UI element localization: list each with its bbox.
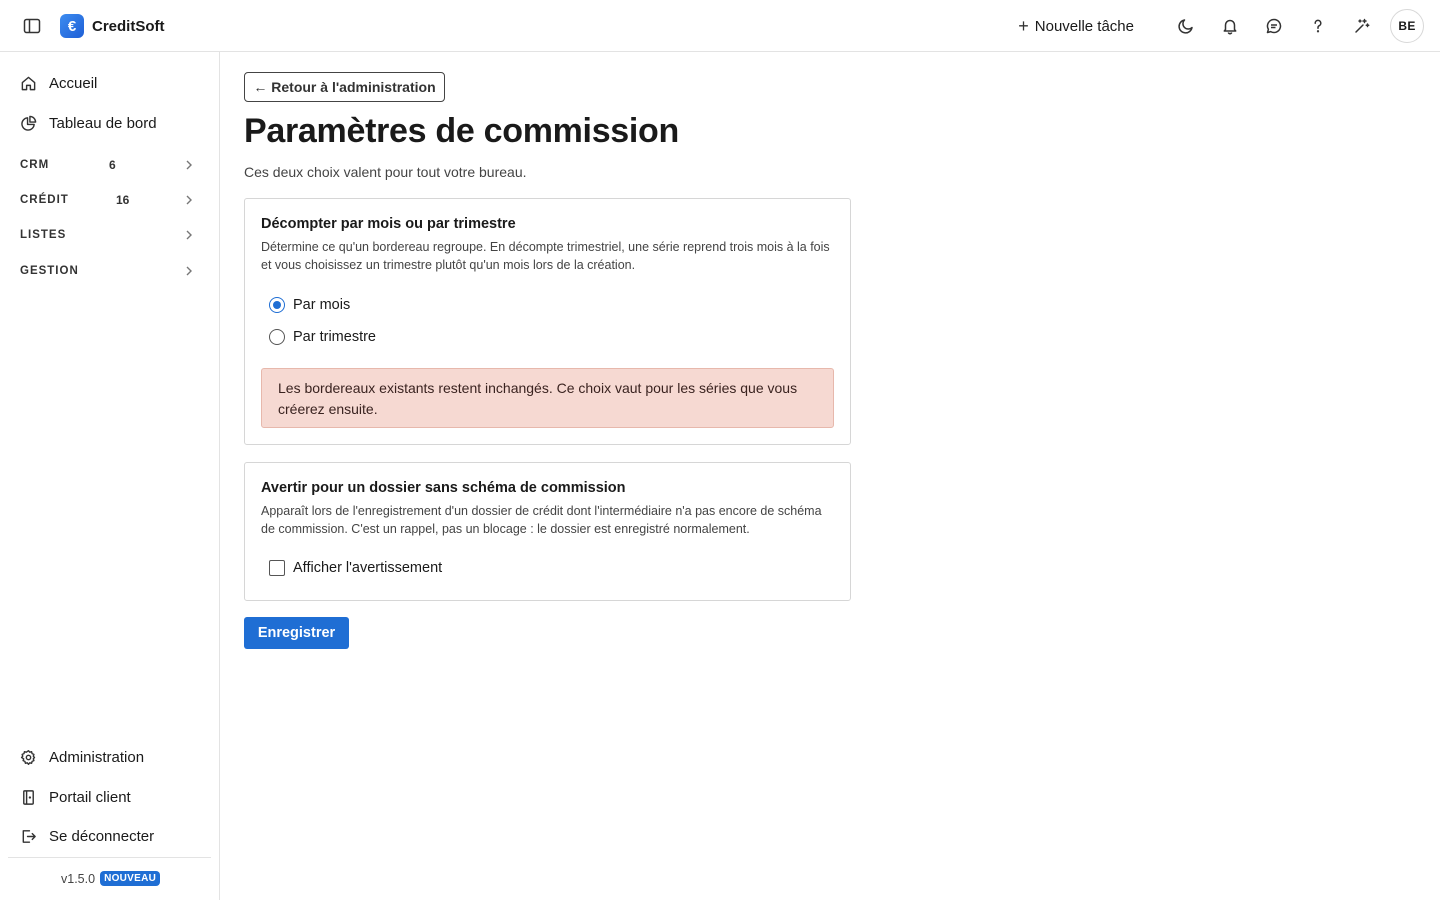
sidebar-item-administration[interactable]: Administration (20, 745, 144, 769)
card-title: Décompter par mois ou par trimestre (261, 216, 516, 232)
plus-icon: + (1018, 16, 1029, 36)
info-alert: Les bordereaux existants restent inchang… (261, 368, 834, 428)
checkbox-label: Afficher l'avertissement (293, 560, 443, 576)
chevron-right-icon (186, 266, 192, 276)
brand-name: CreditSoft (92, 17, 165, 35)
group-label: GESTION (20, 265, 79, 277)
home-icon (21, 76, 36, 90)
sidebar-group-listes[interactable]: LISTES (20, 225, 200, 245)
warning-card: Avertir pour un dossier sans schéma de c… (244, 462, 851, 601)
chevron-right-icon (186, 230, 192, 240)
card-description: Détermine ce qu'un bordereau regroupe. E… (261, 240, 830, 272)
version-number: v1.5.0 (61, 871, 96, 886)
sidebar-group-credit[interactable]: CRÉDIT 16 (20, 190, 200, 210)
chat-icon[interactable] (1256, 8, 1292, 44)
brand[interactable]: € CreditSoft (60, 14, 165, 38)
save-button[interactable]: Enregistrer (244, 617, 349, 649)
sidebar-item-label: Se déconnecter (49, 827, 155, 845)
radio-button-checked[interactable] (269, 297, 285, 313)
gear-icon (20, 749, 36, 765)
sidebar-item-label: Portail client (49, 788, 131, 806)
sidebar-item-accueil[interactable]: Accueil (20, 71, 97, 95)
card-description: Apparaît lors de l'enregistrement d'un d… (261, 504, 822, 536)
sidebar-item-portail-client[interactable]: Portail client (20, 785, 131, 809)
radio-par-mois[interactable]: Par mois (269, 296, 350, 314)
sidebar: Accueil Tableau de bord CRM 6 CRÉDIT 16 … (0, 52, 220, 900)
chart-pie-icon (21, 115, 37, 131)
page-subtitle: Ces deux choix valent pour tout votre bu… (244, 164, 527, 180)
radio-label: Par mois (293, 297, 351, 313)
sidebar-item-tableau-de-bord[interactable]: Tableau de bord (20, 111, 157, 135)
version-info: v1.5.0 NOUVEAU (61, 871, 161, 886)
logout-icon (22, 829, 36, 843)
sparkle-icon[interactable] (1344, 8, 1380, 44)
checkbox-afficher-avertissement[interactable]: Afficher l'avertissement (269, 559, 442, 577)
new-task-button[interactable]: + Nouvelle tâche (1018, 17, 1134, 35)
top-bar: € CreditSoft + Nouvelle tâche BE (0, 0, 1440, 52)
back-to-admin-button[interactable]: ← Retour à l'administration (244, 72, 445, 102)
sidebar-group-crm[interactable]: CRM 6 (20, 155, 200, 175)
help-icon[interactable] (1300, 8, 1336, 44)
chevron-right-icon (186, 160, 192, 170)
chevron-right-icon (186, 195, 192, 205)
group-label: LISTES (20, 229, 67, 241)
group-label: CRÉDIT (20, 194, 69, 206)
page-title: Paramètres de commission (244, 112, 679, 150)
sidebar-divider (8, 857, 211, 858)
group-count: 6 (109, 158, 116, 172)
sidebar-item-label: Accueil (49, 74, 98, 92)
sidebar-item-label: Tableau de bord (49, 114, 157, 132)
bell-icon[interactable] (1212, 8, 1248, 44)
top-actions: + Nouvelle tâche BE (1018, 8, 1424, 44)
period-card: Décompter par mois ou par trimestre Déte… (244, 198, 851, 445)
sidebar-item-label: Administration (49, 748, 145, 766)
radio-par-trimestre[interactable]: Par trimestre (269, 328, 376, 346)
new-task-label: Nouvelle tâche (1034, 17, 1134, 35)
sidebar-toggle-icon[interactable] (20, 14, 44, 38)
version-badge: NOUVEAU (100, 871, 161, 886)
sidebar-item-se-deconnecter[interactable]: Se déconnecter (20, 824, 154, 848)
group-label: CRM (20, 159, 50, 171)
checkbox[interactable] (269, 560, 285, 576)
avatar[interactable]: BE (1390, 9, 1424, 43)
group-count: 16 (116, 193, 130, 207)
radio-button[interactable] (269, 329, 285, 345)
brand-logo-icon: € (60, 14, 84, 38)
portal-icon (23, 789, 34, 805)
sidebar-group-gestion[interactable]: GESTION (20, 261, 200, 281)
radio-label: Par trimestre (293, 329, 376, 345)
card-title: Avertir pour un dossier sans schéma de c… (261, 480, 626, 496)
moon-icon[interactable] (1168, 8, 1204, 44)
